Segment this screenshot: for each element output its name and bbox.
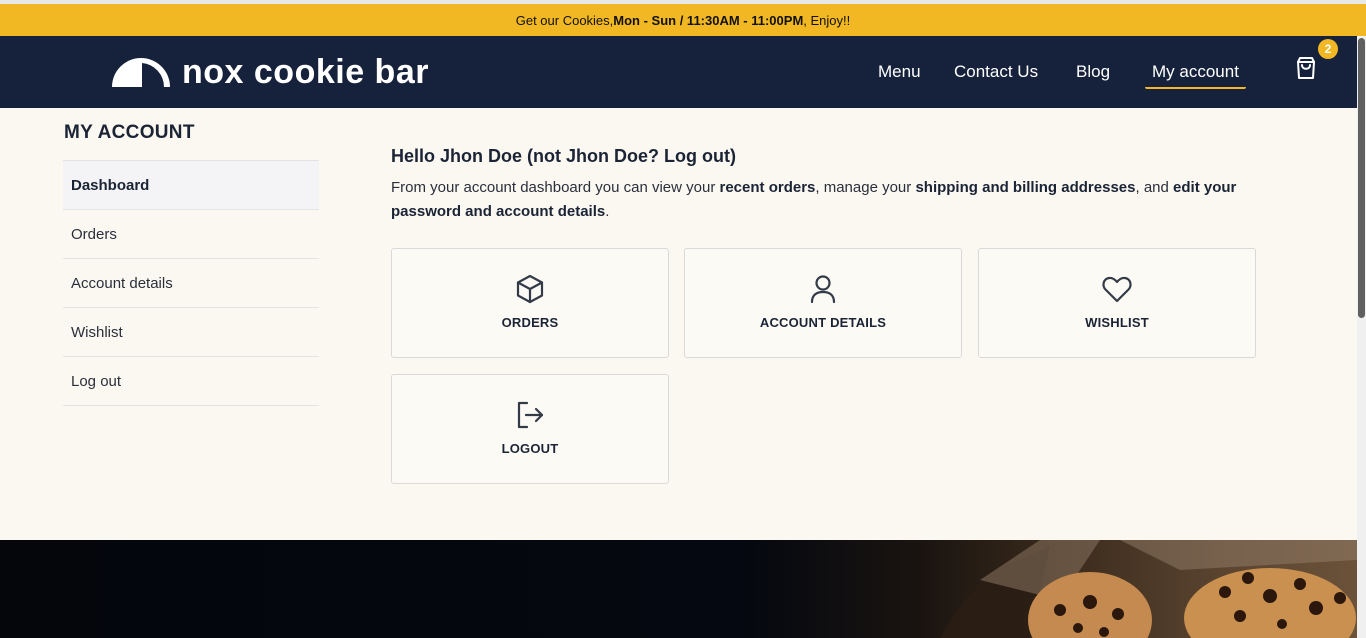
account-sidebar: Dashboard Orders Account details Wishlis… — [63, 160, 319, 406]
box-icon — [516, 274, 544, 304]
wishlist-card[interactable]: WISHLIST — [978, 248, 1256, 358]
announcement-suffix: , Enjoy!! — [803, 12, 851, 28]
sidebar-item-wishlist[interactable]: Wishlist — [63, 308, 319, 357]
addresses-link[interactable]: shipping and billing addresses — [915, 179, 1135, 196]
nav-blog[interactable]: Blog — [1076, 61, 1110, 83]
cookies-illustration — [940, 540, 1357, 638]
account-details-card-label: ACCOUNT DETAILS — [759, 315, 887, 330]
brand-logo[interactable]: nox cookie bar — [112, 52, 429, 92]
nav-my-account[interactable]: My account — [1145, 61, 1246, 89]
navbar: nox cookie bar Menu Contact Us Blog My a… — [0, 36, 1357, 108]
sidebar-title: MY ACCOUNT — [64, 122, 195, 143]
cart-count-badge: 2 — [1318, 39, 1338, 59]
dashboard-intro: From your account dashboard you can view… — [391, 176, 1261, 224]
recent-orders-link[interactable]: recent orders — [720, 179, 816, 196]
intro-text-2: , manage your — [815, 179, 916, 196]
announcement-bar: Get our Cookies, Mon - Sun / 11:30AM - 1… — [0, 4, 1366, 36]
sidebar-item-account-details[interactable]: Account details — [63, 259, 319, 308]
heart-icon — [1102, 276, 1132, 303]
sidebar-item-log-out[interactable]: Log out — [63, 357, 319, 406]
orders-card-label: ORDERS — [501, 315, 559, 330]
logout-icon — [517, 401, 544, 429]
wishlist-card-label: WISHLIST — [1085, 315, 1149, 330]
logout-card[interactable]: LOGOUT — [391, 374, 669, 484]
orders-card[interactable]: ORDERS — [391, 248, 669, 358]
nav-contact-us[interactable]: Contact Us — [954, 61, 1038, 83]
sidebar-item-orders[interactable]: Orders — [63, 210, 319, 259]
announcement-prefix: Get our Cookies, — [515, 12, 614, 28]
scrollbar-thumb[interactable] — [1358, 38, 1365, 318]
logo-dome-icon — [112, 58, 170, 87]
scrollbar[interactable] — [1357, 36, 1366, 638]
logout-card-label: LOGOUT — [501, 441, 559, 456]
footer-cookies-image — [0, 540, 1357, 638]
intro-text-1: From your account dashboard you can view… — [391, 179, 720, 196]
user-icon — [810, 275, 836, 304]
account-content: MY ACCOUNT Dashboard Orders Account deta… — [0, 108, 1357, 540]
nav-menu[interactable]: Menu — [878, 61, 921, 83]
announcement-hours: Mon - Sun / 11:30AM - 11:00PM — [613, 12, 804, 28]
brand-name: nox cookie bar — [182, 53, 429, 91]
intro-text-3: , and — [1135, 179, 1174, 196]
intro-text-4: . — [605, 203, 610, 220]
cart-button[interactable] — [1294, 55, 1318, 81]
greeting: Hello Jhon Doe (not Jhon Doe? Log out) — [391, 146, 736, 166]
sidebar-item-dashboard[interactable]: Dashboard — [63, 161, 319, 210]
shopping-bag-icon — [1297, 57, 1315, 79]
account-details-card[interactable]: ACCOUNT DETAILS — [684, 248, 962, 358]
